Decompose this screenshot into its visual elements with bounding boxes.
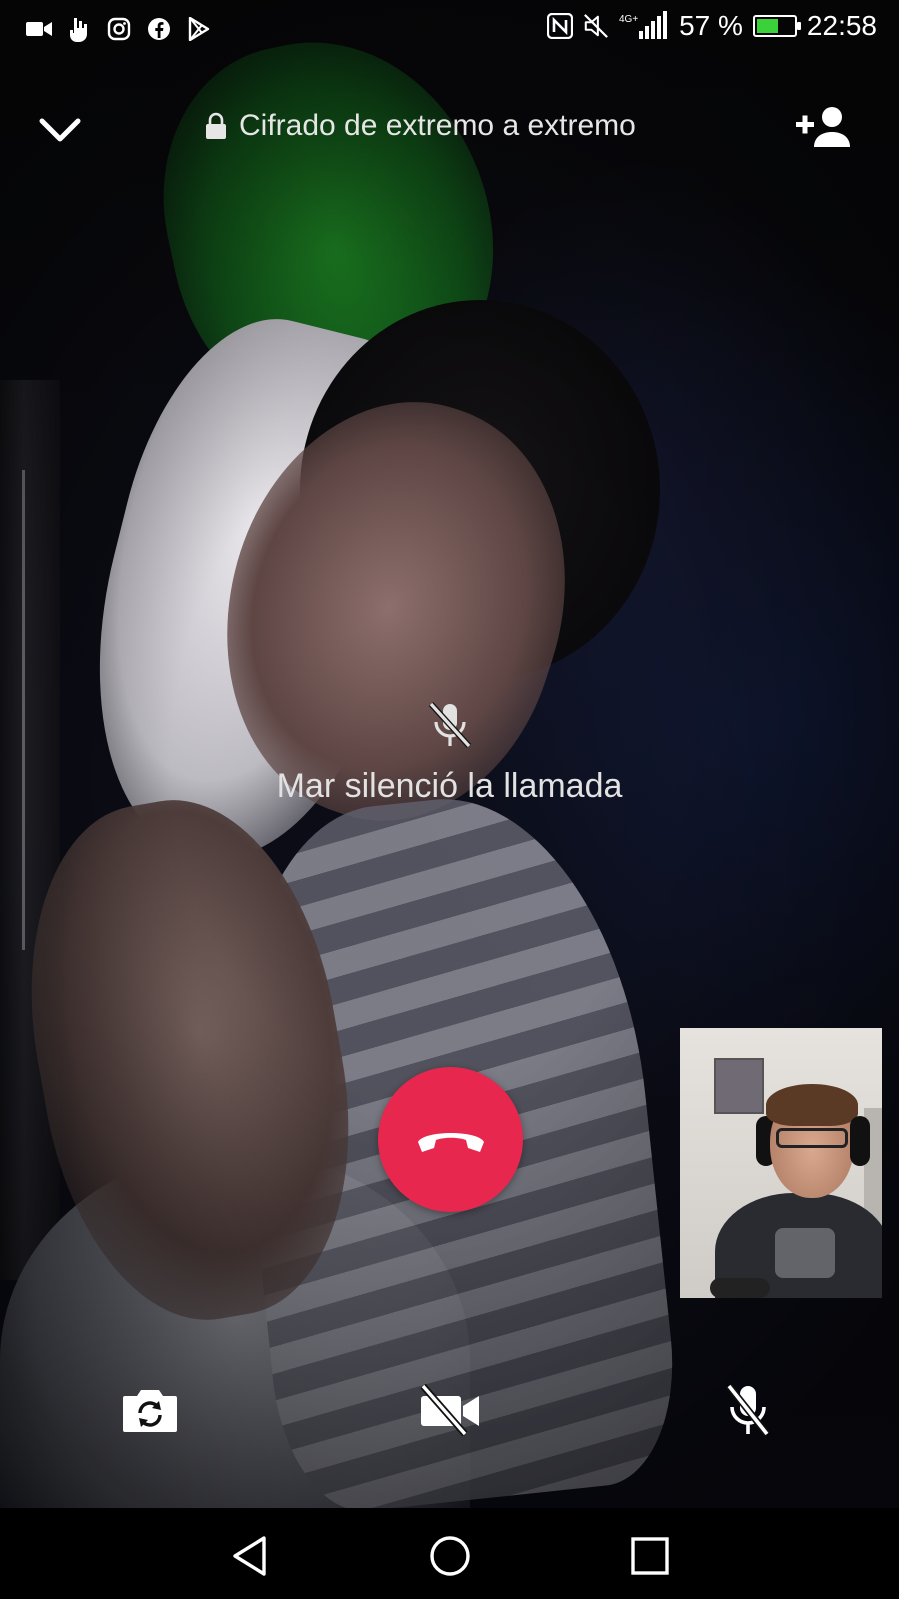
preview-person: [776, 1128, 848, 1148]
clock: 22:58: [806, 10, 877, 41]
mute-button[interactable]: [708, 1375, 788, 1445]
chevron-down-icon: [39, 118, 81, 142]
add-participant-button[interactable]: [789, 97, 859, 157]
muted-message: Mar silenció la llamada: [276, 767, 623, 805]
network-type: 4G+: [619, 14, 638, 25]
call-controls: [0, 1375, 899, 1455]
preview-background: [714, 1058, 764, 1114]
encryption-label: Cifrado de extremo a extremo: [205, 109, 636, 143]
video-off-icon: [420, 1384, 479, 1436]
battery-icon: [752, 15, 801, 37]
back-triangle-icon: [233, 1536, 266, 1576]
add-person-icon: [796, 107, 850, 147]
nfc-icon: [547, 13, 574, 39]
encryption-text: Cifrado de extremo a extremo: [239, 109, 636, 142]
mute-sound-icon: [583, 13, 609, 39]
home-circle-icon: [430, 1536, 470, 1576]
preview-person: [766, 1084, 858, 1126]
battery-percent: 57 %: [679, 10, 743, 41]
status-bar: 4G+ 57 % 22:58: [0, 0, 899, 62]
microphone-off-icon: [726, 1383, 770, 1437]
self-video-preview[interactable]: [680, 1028, 882, 1298]
hand-icon: [66, 16, 92, 42]
nav-home-button[interactable]: [420, 1526, 480, 1586]
battery-level: [756, 19, 778, 33]
minimize-call-button[interactable]: [30, 100, 90, 160]
microphone-off-icon: [428, 701, 471, 749]
video-camera-icon: [26, 16, 52, 42]
preview-background: [710, 1278, 770, 1298]
video-call-screen: 4G+ 57 % 22:58 Cifrado de extremo a extr…: [0, 0, 899, 1599]
flip-camera-icon: [123, 1390, 177, 1432]
navigation-bar: [0, 1508, 899, 1599]
flip-camera-button[interactable]: [110, 1375, 190, 1445]
play-store-icon: [186, 16, 212, 42]
call-header: Cifrado de extremo a extremo: [0, 95, 899, 165]
facebook-icon: [146, 16, 172, 42]
hang-up-icon: [417, 1132, 484, 1152]
preview-person: [850, 1116, 870, 1166]
lock-icon: [206, 112, 226, 139]
preview-person: [775, 1228, 835, 1278]
recents-square-icon: [631, 1537, 669, 1575]
nav-back-button[interactable]: [220, 1526, 280, 1586]
instagram-icon: [106, 16, 132, 42]
video-toggle-button[interactable]: [410, 1375, 490, 1445]
muted-notice: Mar silenció la llamada: [0, 700, 899, 806]
nav-recents-button[interactable]: [620, 1526, 680, 1586]
signal-icon: 4G+: [619, 11, 669, 39]
end-call-button[interactable]: [378, 1067, 523, 1212]
